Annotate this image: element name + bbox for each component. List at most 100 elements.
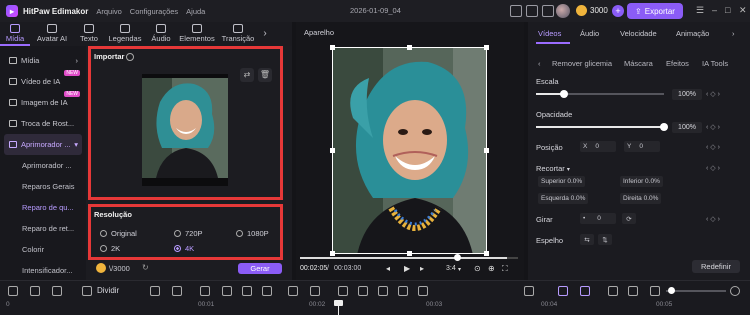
keyframe-icon[interactable]: ‹ ◇ ›: [706, 164, 720, 172]
generate-button[interactable]: Gerar: [238, 263, 282, 274]
settings-icon[interactable]: [510, 5, 522, 17]
fullscreen-icon[interactable]: ⛶: [502, 264, 508, 274]
resize-handle[interactable]: [484, 45, 489, 50]
menu-settings[interactable]: Configurações: [130, 7, 178, 16]
position-x-field[interactable]: X0: [580, 141, 616, 152]
radio-2k[interactable]: 2K: [100, 244, 120, 253]
resize-handle[interactable]: [330, 251, 335, 256]
sidebar-item-face-swap[interactable]: Troca de Rost...: [4, 113, 82, 134]
scale-knob[interactable]: [560, 90, 568, 98]
snapshot-icon[interactable]: ⊙: [474, 264, 481, 273]
tab-videos[interactable]: Vídeos: [538, 29, 561, 38]
crop-bottom-field[interactable]: Inferior 0.0%: [620, 176, 663, 187]
next-frame-icon[interactable]: ▸: [420, 264, 424, 273]
close-icon[interactable]: ✕: [739, 5, 747, 16]
mirror-vertical-icon[interactable]: ⇅: [598, 234, 612, 245]
delete-button[interactable]: 🗑: [258, 68, 272, 82]
playhead[interactable]: [338, 300, 339, 315]
rotate-button[interactable]: ⟳: [622, 213, 636, 224]
chevron-down-icon[interactable]: ▾: [567, 167, 570, 173]
aspect-ratio-selector[interactable]: 3:4: [446, 265, 456, 272]
keyframe-icon[interactable]: ‹ ◇ ›: [706, 215, 720, 223]
image-icon[interactable]: [358, 286, 368, 296]
zoom-knob[interactable]: [668, 287, 675, 294]
scale-slider[interactable]: [536, 90, 664, 98]
tab-avatar-ai[interactable]: Avatar AI: [30, 22, 74, 46]
chevron-down-icon[interactable]: ▾: [458, 266, 461, 273]
subtab-ia-tools[interactable]: IA Tools: [702, 59, 728, 68]
link-icon[interactable]: [558, 286, 568, 296]
layout-icon[interactable]: [526, 5, 538, 17]
radio-1080p[interactable]: 1080P: [236, 229, 269, 238]
preview-image[interactable]: [332, 47, 487, 254]
maximize-icon[interactable]: □: [725, 5, 730, 15]
user-avatar[interactable]: [556, 4, 570, 18]
zoom-out-icon[interactable]: [650, 286, 660, 296]
tab-audio-props[interactable]: Áudio: [580, 29, 599, 38]
shield-icon[interactable]: [150, 286, 160, 296]
sidebar-sub-general-repair[interactable]: Reparos Gerais: [0, 176, 86, 197]
microphone-icon[interactable]: [524, 286, 534, 296]
tab-animation[interactable]: Animação: [676, 29, 709, 38]
radio-original[interactable]: Original: [100, 229, 137, 238]
sidebar-sub-portrait-repair[interactable]: Reparo de ret...: [0, 218, 86, 239]
opacity-value[interactable]: 100%: [672, 122, 702, 133]
magnet-icon[interactable]: [580, 286, 590, 296]
resize-handle[interactable]: [484, 251, 489, 256]
progress-knob[interactable]: [454, 254, 461, 261]
radio-4k[interactable]: 4K: [174, 244, 194, 253]
tab-speed[interactable]: Velocidade: [620, 29, 657, 38]
resize-handle[interactable]: [330, 148, 335, 153]
keyframe-icon[interactable]: ‹ ◇ ›: [706, 123, 720, 131]
sidebar-item-enhancer[interactable]: Aprimorador ... ▾: [4, 134, 82, 155]
redo-icon[interactable]: [30, 286, 40, 296]
chevron-right-icon[interactable]: ›: [258, 22, 272, 46]
split-label[interactable]: Dividir: [97, 286, 119, 295]
undo-icon[interactable]: [8, 286, 18, 296]
tab-text[interactable]: Texto: [74, 22, 104, 46]
sparkle-icon[interactable]: [310, 286, 320, 296]
mirror-horizontal-icon[interactable]: ⇆: [580, 234, 594, 245]
stop-icon[interactable]: [200, 286, 210, 296]
previous-frame-icon[interactable]: ◂: [386, 264, 390, 273]
reset-button[interactable]: Redefinir: [692, 260, 740, 273]
sidebar-item-ai-image[interactable]: Imagem de IA NEW: [4, 91, 82, 113]
crop-icon[interactable]: [222, 286, 232, 296]
export-button[interactable]: ⇪ Exportar: [627, 3, 683, 19]
chevron-left-icon[interactable]: ‹: [538, 59, 541, 68]
tab-audio[interactable]: Áudio: [146, 22, 176, 46]
zoom-icon[interactable]: ⊕: [488, 264, 495, 273]
text-tool-icon[interactable]: [172, 286, 182, 296]
crop-top-field[interactable]: Superior 0.0%: [538, 176, 586, 187]
keyframe-icon[interactable]: ‹ ◇ ›: [706, 90, 720, 98]
resize-handle[interactable]: [407, 45, 412, 50]
transform-icon[interactable]: [242, 286, 252, 296]
freeze-icon[interactable]: [378, 286, 388, 296]
tab-subtitles[interactable]: Legendas: [104, 22, 146, 46]
tab-elements[interactable]: Elementos: [176, 22, 218, 46]
resize-handle[interactable]: [484, 148, 489, 153]
subtab-effects[interactable]: Efeitos: [666, 59, 689, 68]
sidebar-item-ai-video[interactable]: Vídeo de IA NEW: [4, 70, 82, 92]
mirror-tool-icon[interactable]: [288, 286, 298, 296]
menu-help[interactable]: Ajuda: [186, 7, 205, 16]
menu-icon[interactable]: ☰: [696, 5, 704, 16]
sidebar-sub-quality-repair[interactable]: Reparo de qu...: [0, 197, 86, 218]
tab-transition[interactable]: Transição: [218, 22, 258, 46]
split-icon[interactable]: [82, 286, 92, 296]
tab-media[interactable]: Mídia: [0, 22, 30, 46]
opacity-slider[interactable]: [536, 123, 668, 131]
subtab-mask[interactable]: Máscara: [624, 59, 653, 68]
scale-value[interactable]: 100%: [672, 89, 702, 100]
crop-right-field[interactable]: Direita 0.0%: [620, 193, 662, 204]
rotate-tool-icon[interactable]: [262, 286, 272, 296]
keyframe-icon[interactable]: ‹ ◇ ›: [706, 143, 720, 151]
subtab-remove-glicemia[interactable]: Remover glicemia: [552, 59, 612, 68]
preview-progress-bar[interactable]: [300, 257, 518, 259]
color-icon[interactable]: [418, 286, 428, 296]
zoom-slider[interactable]: [666, 290, 726, 292]
minimize-icon[interactable]: –: [712, 5, 717, 15]
delete-icon[interactable]: [52, 286, 62, 296]
radio-720p[interactable]: 720P: [174, 229, 203, 238]
resize-handle[interactable]: [330, 45, 335, 50]
